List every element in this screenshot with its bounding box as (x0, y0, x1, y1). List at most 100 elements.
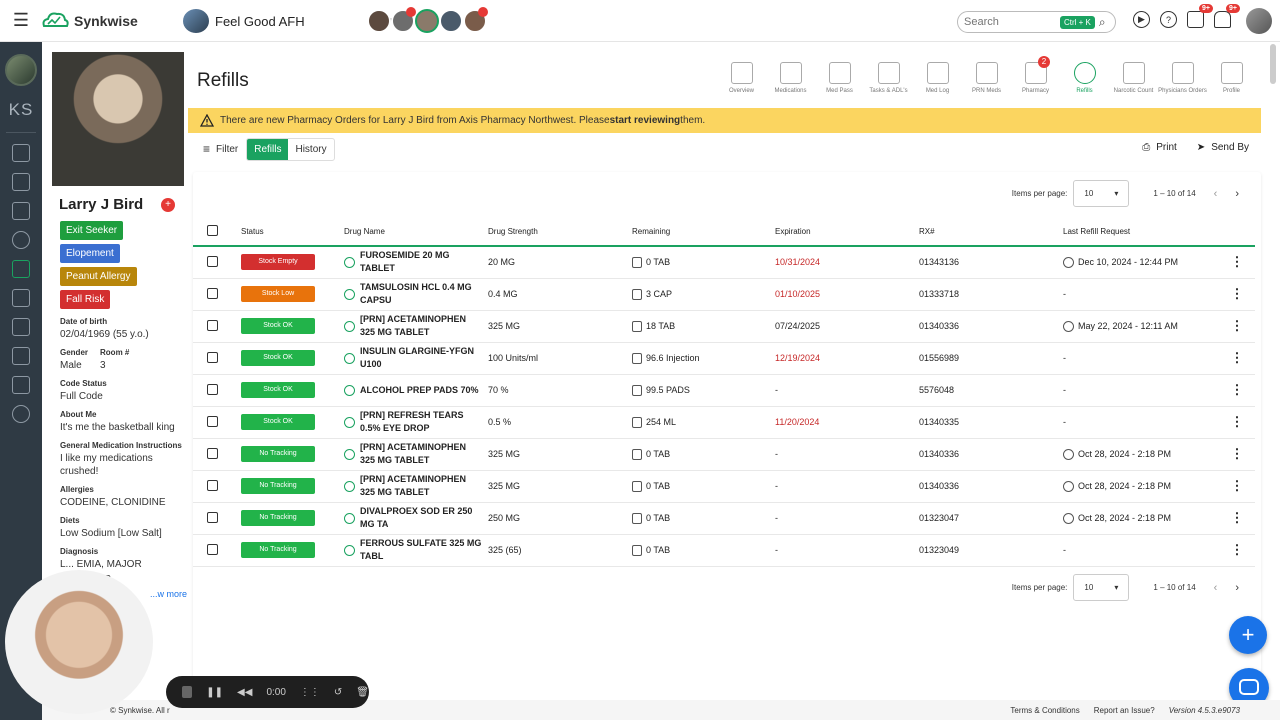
tab-physicians-orders[interactable]: Physicians Orders (1158, 62, 1207, 95)
monitor-icon[interactable] (12, 376, 30, 394)
patient-tag[interactable]: Fall Risk (60, 290, 111, 309)
document-icon[interactable] (12, 318, 30, 336)
tab-prn-meds[interactable]: PRN Meds (962, 62, 1011, 95)
tab-profile[interactable]: Profile (1207, 62, 1256, 95)
facility-selector[interactable]: Feel Good AFH ▼ (183, 9, 395, 33)
drug-name[interactable]: ALCOHOL PREP PADS 70% (360, 384, 482, 397)
cart-icon[interactable]: 9+ (1187, 4, 1213, 28)
pill-icon[interactable] (12, 260, 30, 278)
table-row[interactable]: No Tracking FERROUS SULFATE 325 MG TABL 32… (193, 534, 1255, 567)
filter-button[interactable]: ≡ Filter (187, 142, 238, 156)
table-row[interactable]: Stock Low TAMSULOSIN HCL 0.4 MG CAPSU 0.4 … (193, 278, 1255, 311)
row-checkbox[interactable] (207, 255, 218, 267)
drug-name[interactable]: FUROSEMIDE 20 MG TABLET (360, 249, 482, 275)
row-menu-icon[interactable]: ⋮ (1219, 342, 1255, 375)
add-button[interactable]: + (1229, 616, 1267, 654)
table-row[interactable]: Stock Empty FUROSEMIDE 20 MG TABLET 20 MG 0… (193, 246, 1255, 279)
drug-name[interactable]: [PRN] ACETAMINOPHEN 325 MG TABLET (360, 473, 482, 499)
lightbulb-icon[interactable] (12, 405, 30, 423)
table-row[interactable]: Stock OK [PRN] REFRESH TEARS 0.5% EYE DRO… (193, 406, 1255, 439)
help-icon[interactable]: ? (1160, 11, 1177, 28)
table-row[interactable]: Stock OK ALCOHOL PREP PADS 70% 70 % 99.5 PA… (193, 374, 1255, 407)
row-menu-icon[interactable]: ⋮ (1219, 374, 1255, 407)
resident-avatar[interactable] (463, 7, 488, 33)
drug-name[interactable]: INSULIN GLARGINE-YFGN U100 (360, 345, 482, 371)
print-button[interactable]: ⎙ Print (1142, 142, 1177, 153)
row-checkbox[interactable] (207, 383, 218, 395)
drug-name[interactable]: FERROUS SULFATE 325 MG TABL (360, 537, 482, 563)
scrollbar-thumb[interactable] (1270, 44, 1276, 84)
menu-icon[interactable]: ☰ (0, 0, 42, 42)
tab-tasks-adl-s[interactable]: Tasks & ADL's (864, 62, 913, 95)
patient-tag[interactable]: Exit Seeker (60, 221, 124, 240)
home-icon[interactable] (12, 173, 30, 191)
refills-toggle[interactable]: Refills (247, 138, 289, 160)
prev-page-icon[interactable]: ‹ (1214, 188, 1218, 200)
box-icon[interactable] (12, 202, 30, 220)
row-checkbox[interactable] (207, 351, 218, 363)
drug-strength-header[interactable]: Drug Strength (488, 218, 632, 247)
next-page-icon[interactable]: › (1235, 582, 1239, 594)
search-icon[interactable]: ⌕ (1099, 15, 1106, 30)
select-all-checkbox[interactable] (207, 225, 218, 236)
trash-icon[interactable]: 🗑 (356, 687, 369, 698)
restart-icon[interactable]: ↺ (334, 687, 342, 698)
row-checkbox[interactable] (207, 479, 218, 491)
start-reviewing-link[interactable]: start reviewing (610, 115, 681, 126)
send-by-button[interactable]: ➤ Send By (1197, 142, 1249, 153)
remaining-header[interactable]: Remaining (632, 218, 775, 247)
row-checkbox[interactable] (207, 511, 218, 523)
status-header[interactable]: Status (241, 218, 344, 247)
table-row[interactable]: Stock OK [PRN] ACETAMINOPHEN 325 MG TABLE… (193, 310, 1255, 343)
next-page-icon[interactable]: › (1235, 188, 1239, 200)
items-per-page-select[interactable]: 10 ▾ (1073, 574, 1130, 601)
pause-icon[interactable]: ❚❚ (206, 687, 223, 698)
tab-medications[interactable]: Medications (766, 62, 815, 95)
report-issue-link[interactable]: Report an Issue? (1094, 706, 1155, 715)
tab-med-pass[interactable]: Med Pass (815, 62, 864, 95)
tab-narcotic-count[interactable]: Narcotic Count (1109, 62, 1158, 95)
edit-icon[interactable] (12, 347, 30, 365)
row-menu-icon[interactable]: ⋮ (1219, 246, 1255, 279)
history-toggle[interactable]: History (288, 139, 333, 160)
table-row[interactable]: No Tracking DIVALPROEX SOD ER 250 MG TA 25… (193, 502, 1255, 535)
table-row[interactable]: No Tracking [PRN] ACETAMINOPHEN 325 MG TA… (193, 470, 1255, 503)
tab-pharmacy[interactable]: Pharmacy 2 (1011, 56, 1060, 95)
tab-overview[interactable]: Overview (717, 62, 766, 95)
resident-avatar-active[interactable] (415, 9, 439, 33)
row-menu-icon[interactable]: ⋮ (1219, 278, 1255, 311)
bell-icon[interactable]: 9+ (1214, 4, 1240, 28)
heart-icon[interactable] (12, 231, 30, 249)
play-icon[interactable]: ▶ (1133, 11, 1150, 28)
tab-med-log[interactable]: Med Log (913, 62, 962, 95)
items-per-page-select[interactable]: 10 ▾ (1073, 180, 1130, 207)
medical-cross-icon[interactable]: + (161, 197, 175, 212)
drug-name-header[interactable]: Drug Name (344, 218, 488, 247)
rewind-icon[interactable]: ◀◀ (237, 687, 252, 698)
patient-tag[interactable]: Peanut Allergy (60, 267, 137, 286)
row-checkbox[interactable] (207, 415, 218, 427)
nav-user-avatar[interactable] (5, 54, 37, 86)
row-menu-icon[interactable]: ⋮ (1219, 534, 1255, 567)
drug-name[interactable]: DIVALPROEX SOD ER 250 MG TA (360, 505, 482, 531)
list-icon[interactable] (12, 289, 30, 307)
resident-avatar[interactable] (391, 7, 416, 33)
drug-name[interactable]: [PRN] ACETAMINOPHEN 325 MG TABLET (360, 313, 482, 339)
tab-refills[interactable]: Refills (1060, 62, 1109, 95)
resident-avatar[interactable] (367, 9, 391, 33)
drug-name[interactable]: TAMSULOSIN HCL 0.4 MG CAPSU (360, 281, 482, 307)
app-logo[interactable]: Synkwise (40, 10, 138, 32)
row-menu-icon[interactable]: ⋮ (1219, 406, 1255, 439)
row-checkbox[interactable] (207, 287, 218, 299)
prev-page-icon[interactable]: ‹ (1214, 582, 1218, 594)
row-checkbox[interactable] (207, 319, 218, 331)
row-checkbox[interactable] (207, 447, 218, 459)
drug-name[interactable]: [PRN] ACETAMINOPHEN 325 MG TABLET (360, 441, 482, 467)
table-row[interactable]: No Tracking [PRN] ACETAMINOPHEN 325 MG TA… (193, 438, 1255, 471)
resident-avatar[interactable] (439, 9, 463, 33)
page-scrollbar[interactable] (1270, 40, 1278, 700)
stop-icon[interactable] (182, 686, 193, 698)
row-menu-icon[interactable]: ⋮ (1219, 310, 1255, 343)
row-menu-icon[interactable]: ⋮ (1219, 502, 1255, 535)
terms-link[interactable]: Terms & Conditions (1010, 706, 1079, 715)
